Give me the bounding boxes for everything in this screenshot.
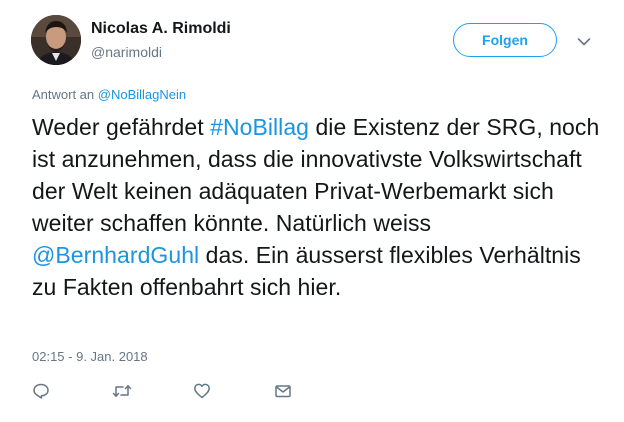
tweet-text-segment: Weder gefährdet [32, 114, 211, 140]
reply-mention-link[interactable]: @NoBillagNein [98, 87, 186, 102]
retweet-button[interactable] [112, 382, 132, 402]
reply-prefix: Antwort an [32, 87, 95, 102]
user-name[interactable]: Nicolas A. Rimoldi [91, 20, 231, 38]
reply-context: Antwort an @NoBillagNein [32, 87, 186, 102]
follow-button[interactable]: Folgen [453, 23, 557, 57]
profile-photo-icon [31, 15, 81, 65]
tweet-timestamp[interactable]: 02:15 - 9. Jan. 2018 [32, 349, 148, 364]
message-button[interactable] [274, 382, 294, 402]
hashtag-link[interactable]: #NoBillag [210, 114, 309, 140]
mention-link[interactable]: @BernhardGuhl [32, 242, 199, 268]
chevron-down-icon[interactable] [577, 34, 591, 46]
tweet-card: Nicolas A. Rimoldi @narimoldi Folgen Ant… [0, 0, 624, 422]
avatar[interactable] [31, 15, 81, 65]
envelope-icon [275, 385, 291, 398]
user-handle[interactable]: @narimoldi [91, 44, 162, 60]
reply-icon [33, 383, 49, 399]
like-button[interactable] [193, 382, 213, 402]
tweet-text: Weder gefährdet #NoBillag die Existenz d… [32, 111, 602, 303]
heart-icon [194, 383, 210, 399]
reply-button[interactable] [32, 382, 52, 402]
retweet-icon [112, 385, 132, 397]
